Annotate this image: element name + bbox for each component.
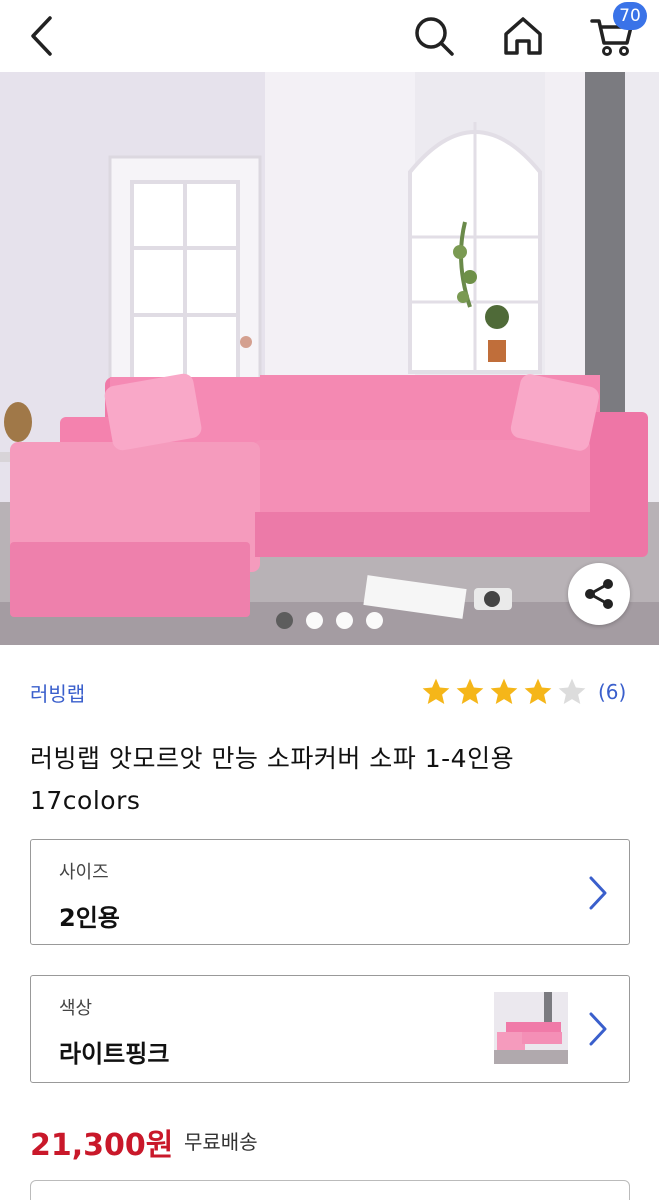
- shipping-info: 무료배송: [184, 1130, 258, 1154]
- home-icon: [504, 17, 542, 55]
- search-button[interactable]: [406, 8, 462, 64]
- share-icon: [585, 579, 613, 609]
- chevron-right-icon: [589, 1012, 607, 1046]
- home-button[interactable]: [495, 8, 551, 64]
- chevron-right-icon: [589, 876, 607, 910]
- star-icon: [456, 678, 484, 704]
- size-value: 2인용: [59, 904, 120, 932]
- star-icon: [490, 678, 518, 704]
- gallery-dot[interactable]: [366, 612, 383, 629]
- back-button[interactable]: [14, 8, 70, 64]
- star-icon: [524, 678, 552, 704]
- gallery-dot[interactable]: [306, 612, 323, 629]
- star-icon: [422, 678, 450, 704]
- size-option-selector[interactable]: 사이즈 2인용: [30, 839, 630, 945]
- brand-link[interactable]: 러빙랩: [30, 678, 85, 707]
- price: 21,300원: [30, 1128, 174, 1163]
- sofa-photo: [0, 72, 659, 645]
- star-empty-icon: [558, 678, 586, 704]
- size-label: 사이즈: [59, 862, 109, 883]
- share-button[interactable]: [568, 563, 630, 625]
- rating-stars[interactable]: (6): [420, 676, 626, 708]
- gallery-dots: [0, 612, 659, 629]
- product-image[interactable]: [0, 72, 659, 645]
- gallery-dot[interactable]: [276, 612, 293, 629]
- color-label: 색상: [59, 998, 93, 1019]
- color-value: 라이트핑크: [59, 1040, 170, 1068]
- review-count[interactable]: (6): [598, 680, 626, 704]
- color-option-selector[interactable]: 색상 라이트핑크: [30, 975, 630, 1083]
- back-arrow-icon: [31, 16, 52, 56]
- search-icon: [415, 17, 454, 56]
- gallery-dot[interactable]: [336, 612, 353, 629]
- product-title: 러빙랩 앗모르앗 만능 소파커버 소파 1-4인용 17colors: [30, 744, 515, 815]
- next-section-box: [30, 1180, 630, 1200]
- top-bar: 70: [0, 0, 659, 72]
- cart-count-badge: 70: [613, 2, 647, 30]
- color-thumbnail: [494, 992, 568, 1064]
